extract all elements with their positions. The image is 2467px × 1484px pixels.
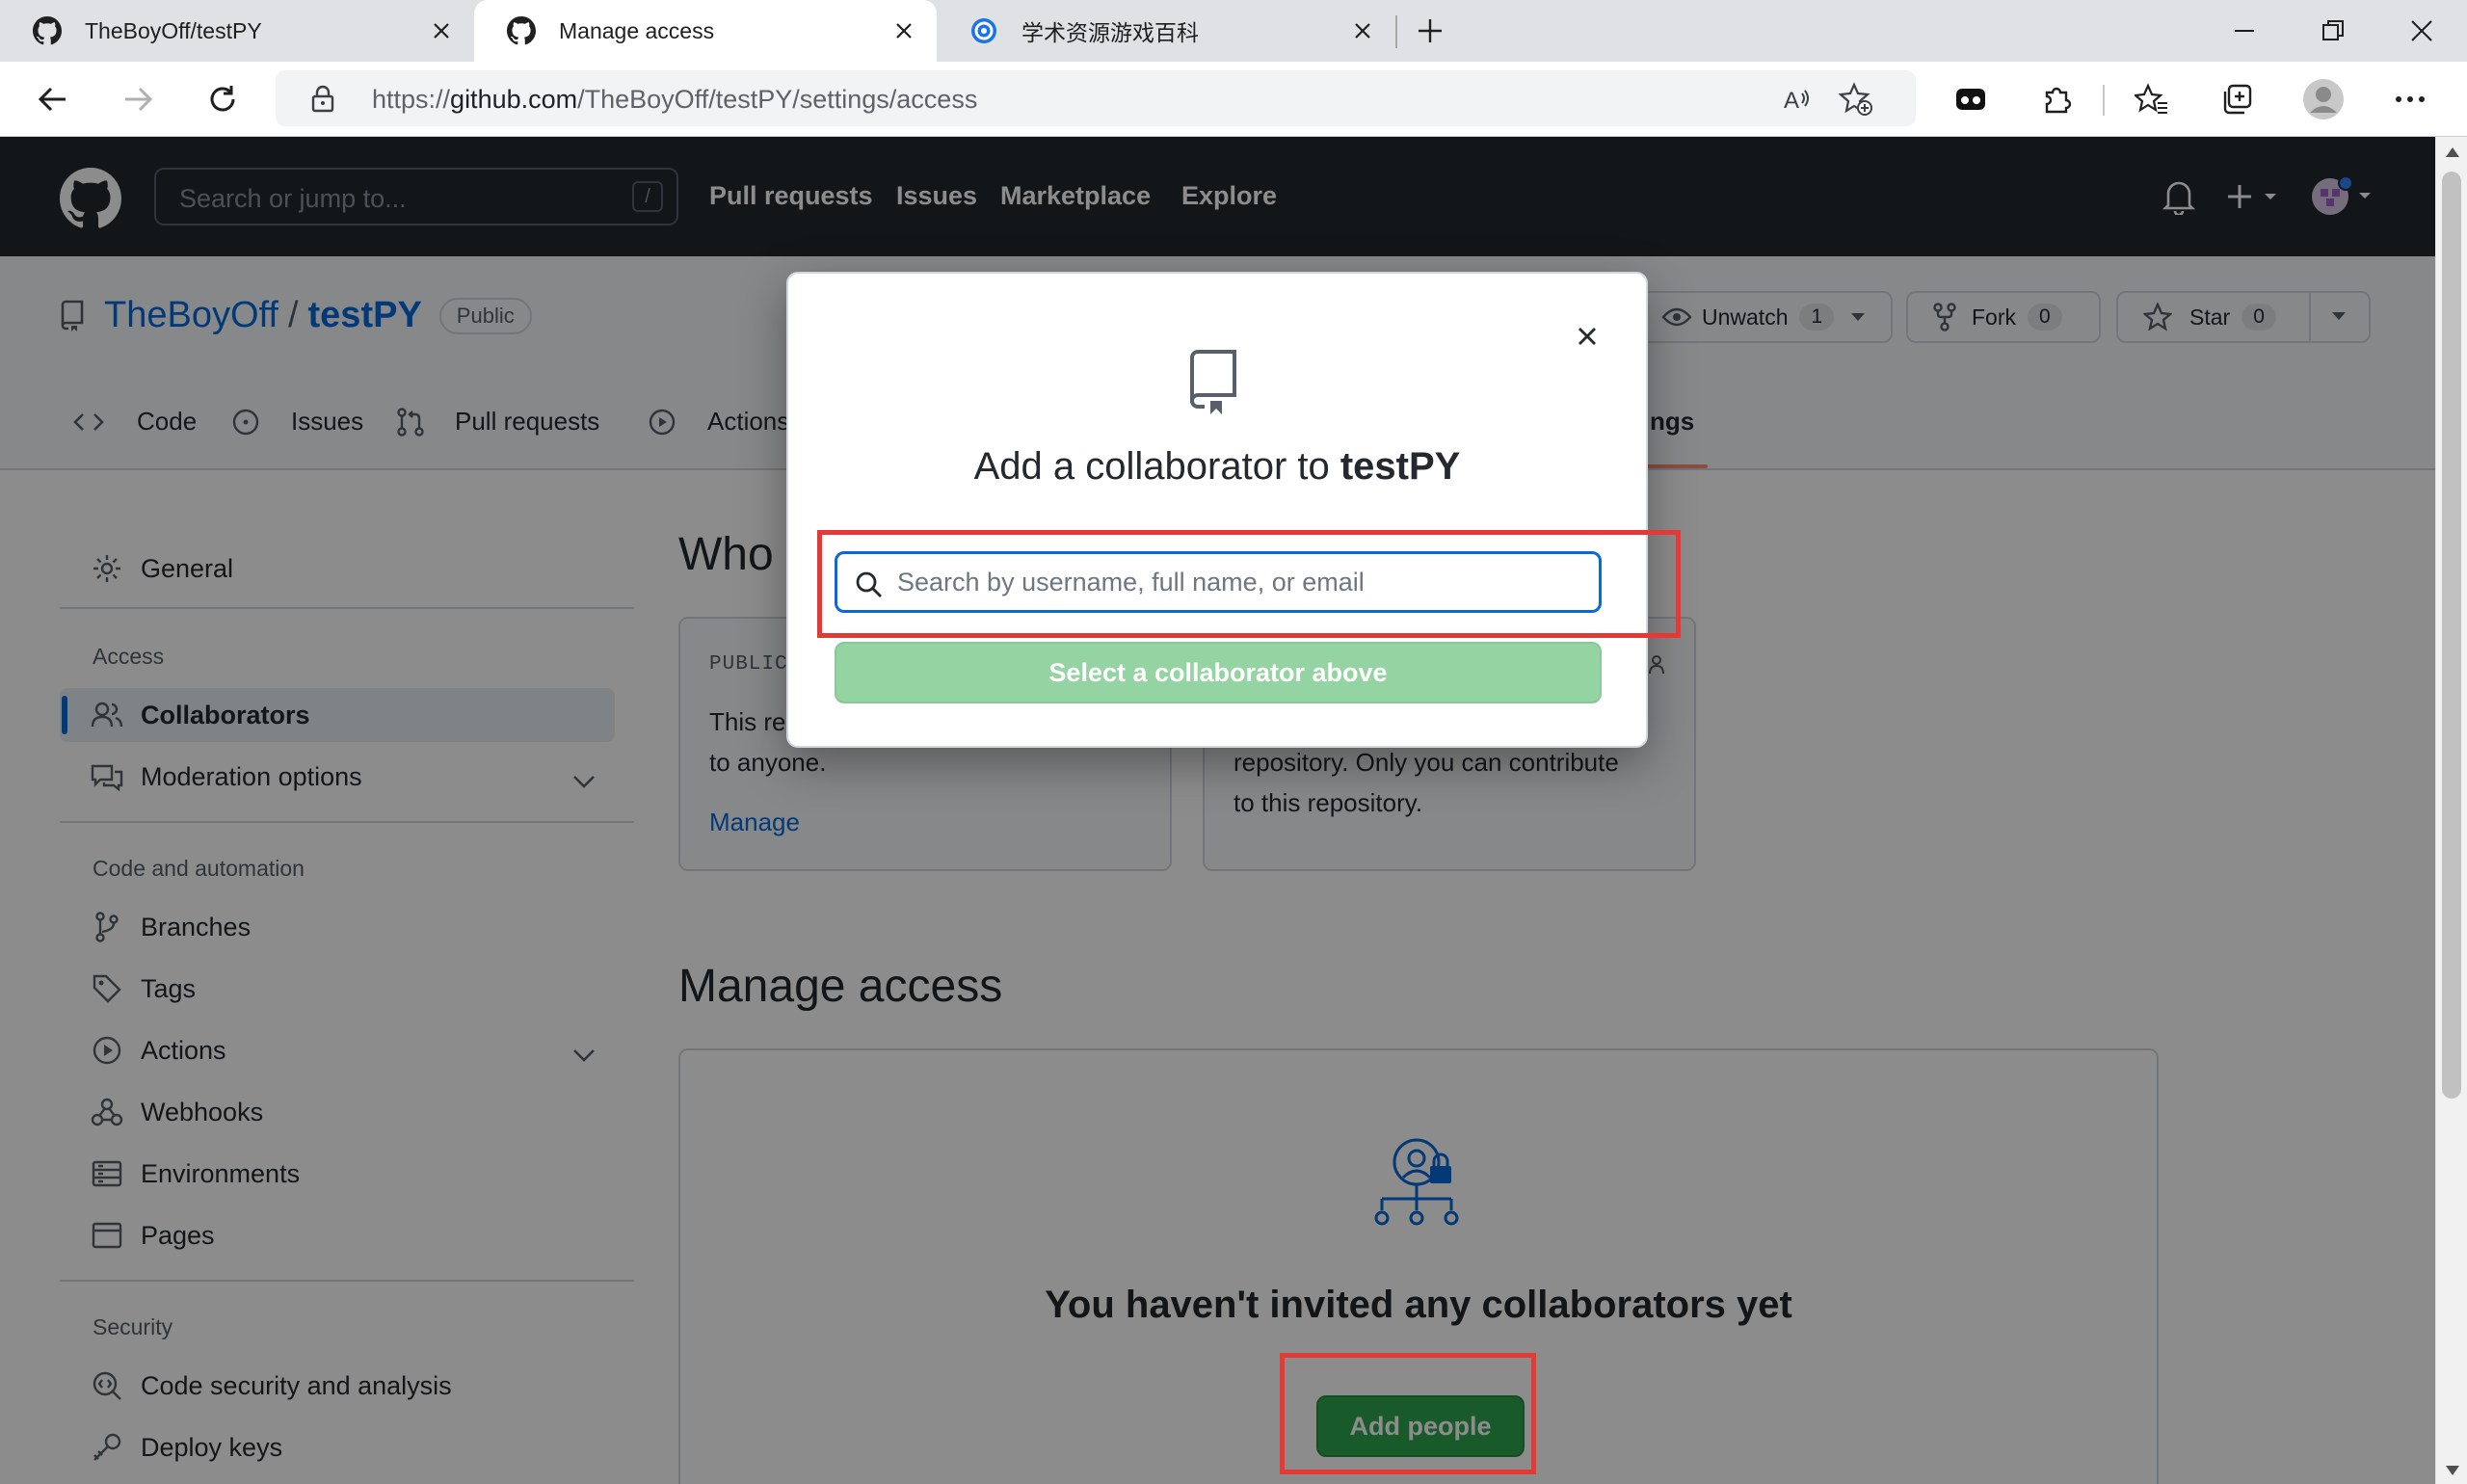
browser-toolbar: https://github.com/TheBoyOff/testPY/sett… <box>0 62 2467 137</box>
url-scheme: https:// <box>372 85 451 114</box>
favorites-icon[interactable] <box>2126 73 2178 125</box>
tab-title: TheBoyOff/testPY <box>85 17 262 43</box>
address-bar[interactable]: https://github.com/TheBoyOff/testPY/sett… <box>276 70 1916 126</box>
more-menu-icon[interactable] <box>2384 73 2436 125</box>
dialog-title-repo: testPY <box>1340 445 1461 488</box>
globe-icon <box>969 16 998 45</box>
restore-button[interactable] <box>2290 0 2376 62</box>
lock-icon[interactable] <box>310 84 335 118</box>
dialog-title: Add a collaborator to testPY <box>788 445 1646 489</box>
minimize-button[interactable] <box>2201 0 2288 62</box>
profile-avatar-icon[interactable] <box>2297 73 2349 125</box>
collaborator-search-input[interactable]: Search by username, full name, or email <box>835 551 1602 613</box>
url-path: /TheBoyOff/testPY/settings/access <box>577 85 978 114</box>
close-window-button[interactable] <box>2378 0 2465 62</box>
back-button[interactable] <box>27 73 79 125</box>
select-collaborator-button[interactable]: Select a collaborator above <box>835 642 1602 703</box>
browser-tab-1[interactable]: TheBoyOff/testPY <box>0 0 474 62</box>
forward-button[interactable] <box>112 73 164 125</box>
url-host: github.com <box>450 85 578 114</box>
new-tab-button[interactable] <box>1411 13 1449 48</box>
add-collaborator-dialog: Add a collaborator to testPY Search by u… <box>786 272 1648 748</box>
close-icon[interactable] <box>890 17 917 44</box>
toolbar-divider <box>2103 85 2105 116</box>
reload-button[interactable] <box>197 73 249 125</box>
extensions-icon[interactable] <box>2031 73 2083 125</box>
read-aloud-icon[interactable]: A <box>1781 82 1816 117</box>
github-icon <box>507 16 536 45</box>
close-icon[interactable] <box>1571 320 1604 353</box>
scroll-up-arrow-icon[interactable] <box>2446 145 2459 162</box>
page-scrollbar[interactable] <box>2435 137 2467 1484</box>
browser-tab-2[interactable]: Manage access <box>474 0 937 62</box>
add-favorite-icon[interactable] <box>1839 82 1873 117</box>
svg-text:A: A <box>1784 88 1799 114</box>
browser-tab-bar: TheBoyOff/testPY Manage access 学术资源游戏百科 <box>0 0 2467 62</box>
dialog-title-prefix: Add a collaborator to <box>973 445 1340 488</box>
close-icon[interactable] <box>428 17 455 44</box>
extension-icon[interactable] <box>1945 73 1997 125</box>
scrollbar-thumb[interactable] <box>2442 172 2461 1099</box>
browser-tab-3[interactable]: 学术资源游戏百科 <box>937 0 1395 62</box>
url-text: https://github.com/TheBoyOff/testPY/sett… <box>372 85 977 115</box>
github-icon <box>33 16 62 45</box>
collections-icon[interactable] <box>2211 73 2263 125</box>
tab-title: 学术资源游戏百科 <box>1021 20 1199 45</box>
search-placeholder: Search by username, full name, or email <box>897 568 1365 596</box>
tab-title: Manage access <box>559 17 715 43</box>
scroll-down-arrow-icon[interactable] <box>2446 1463 2459 1480</box>
close-icon[interactable] <box>1349 17 1376 44</box>
repo-icon <box>1187 349 1239 421</box>
tab-separator <box>1395 15 1397 48</box>
search-icon <box>855 570 884 604</box>
